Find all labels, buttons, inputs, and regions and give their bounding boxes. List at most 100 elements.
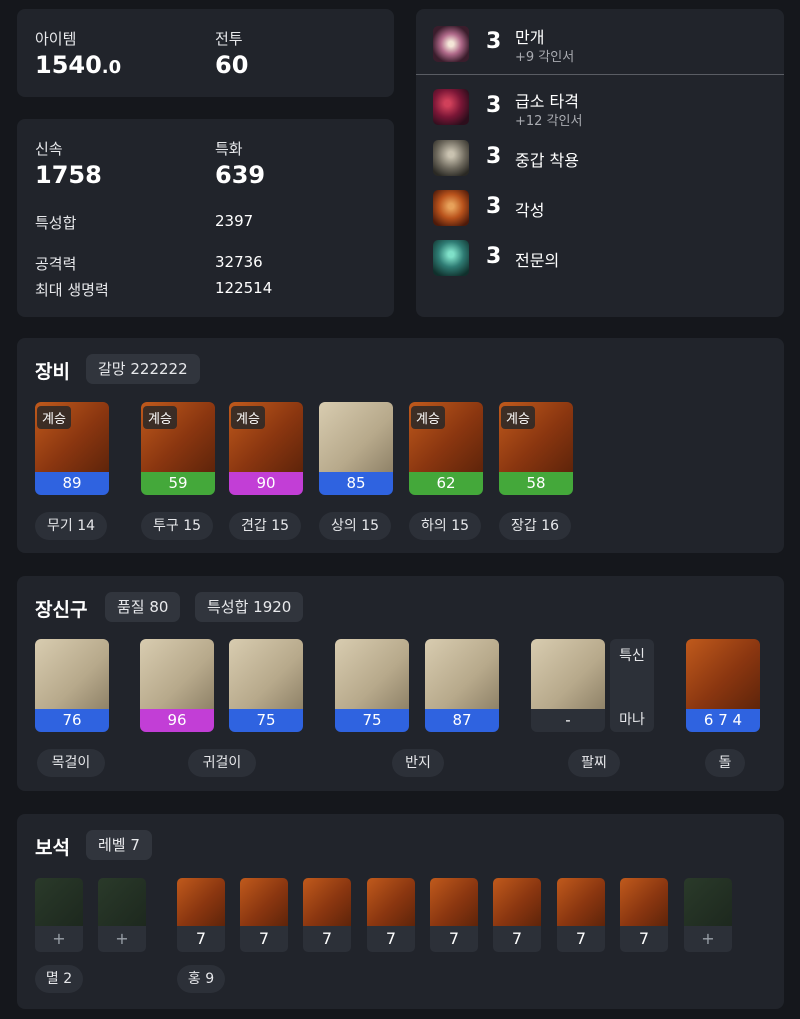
necklace-slot[interactable]: 76 xyxy=(35,639,109,732)
earring-icon xyxy=(140,639,214,709)
spec-label: 특화 xyxy=(215,140,243,158)
succession-tag: 계승 xyxy=(501,406,535,429)
combat-level-value: 60 xyxy=(215,51,249,79)
ring-icon xyxy=(335,639,409,709)
pants-slot[interactable]: 계승 62 xyxy=(409,402,483,495)
gem-level: 7 xyxy=(303,926,351,952)
quality-bar: 59 xyxy=(141,472,215,495)
chest-icon xyxy=(319,402,393,472)
ring-slot-1[interactable]: 75 xyxy=(335,639,409,732)
crimson-gem-icon xyxy=(177,878,225,926)
medic-icon xyxy=(433,240,469,276)
engraving-name: 만개 xyxy=(515,28,545,47)
pants-label: 하의 15 xyxy=(409,512,481,540)
crimson-gem-icon xyxy=(303,878,351,926)
annihilation-gem-icon xyxy=(35,878,83,926)
gems-panel: 보석 레벨 7 + + 7 7 7 7 7 7 7 7 + 멸 2 홍 9 xyxy=(17,814,784,1009)
ring-slot-2[interactable]: 87 xyxy=(425,639,499,732)
helmet-slot[interactable]: 계승 59 xyxy=(141,402,215,495)
quality-bar: 75 xyxy=(335,709,409,732)
chest-slot[interactable]: 85 xyxy=(319,402,393,495)
succession-tag: 계승 xyxy=(231,406,265,429)
engraving-book: +9 각인서 xyxy=(515,50,575,65)
engraving-level: 3 xyxy=(486,29,502,54)
bracelet-stats: 특신 마나 xyxy=(610,639,654,732)
crimson-gem-count: 홍 9 xyxy=(177,965,225,993)
equipment-set-badge: 갈망 222222 xyxy=(86,354,200,384)
shoulder-slot[interactable]: 계승 90 xyxy=(229,402,303,495)
accessories-title: 장신구 xyxy=(35,599,88,621)
engraving-level: 3 xyxy=(486,244,502,269)
earring-slot-1[interactable]: 96 xyxy=(140,639,214,732)
gem-slot[interactable]: + xyxy=(35,878,83,952)
engraving-level: 3 xyxy=(486,194,502,219)
engraving-name: 전문의 xyxy=(515,251,560,270)
accessory-quality-badge: 품질 80 xyxy=(105,592,181,622)
equipment-title: 장비 xyxy=(35,361,70,383)
swift-value: 1758 xyxy=(35,161,102,189)
ability-stone-slot[interactable]: 6 7 4 xyxy=(686,639,760,732)
engraving-level: 3 xyxy=(486,93,502,118)
bracelet-stat-1: 특신 xyxy=(619,648,645,664)
gem-slot[interactable]: 7 xyxy=(367,878,415,952)
annihilation-gem-icon xyxy=(684,878,732,926)
quality-bar: 96 xyxy=(140,709,214,732)
succession-tag: 계승 xyxy=(411,406,445,429)
gem-slot[interactable]: 7 xyxy=(177,878,225,952)
gloves-label: 장갑 16 xyxy=(499,512,571,540)
gem-level: 7 xyxy=(240,926,288,952)
quality-bar: 85 xyxy=(319,472,393,495)
gem-level: 7 xyxy=(493,926,541,952)
earring-slot-2[interactable]: 75 xyxy=(229,639,303,732)
crimson-gem-icon xyxy=(367,878,415,926)
gem-slot[interactable]: 7 xyxy=(493,878,541,952)
engraving-divider xyxy=(416,74,784,75)
gem-slot[interactable]: + xyxy=(684,878,732,952)
earring-label: 귀걸이 xyxy=(188,749,256,777)
quality-bar: 58 xyxy=(499,472,573,495)
earring-icon xyxy=(229,639,303,709)
bracelet-stat-2: 마나 xyxy=(619,712,645,728)
gem-level: 7 xyxy=(557,926,605,952)
gem-slot[interactable]: 7 xyxy=(620,878,668,952)
shoulder-label: 견갑 15 xyxy=(229,512,301,540)
crimson-gem-icon xyxy=(620,878,668,926)
crimson-gem-icon xyxy=(557,878,605,926)
weapon-slot[interactable]: 계승 89 xyxy=(35,402,109,495)
item-level-value: 1540.0 xyxy=(35,51,122,79)
crimson-gem-icon xyxy=(240,878,288,926)
gem-level: + xyxy=(684,926,732,952)
max-hp-label: 최대 생명력 xyxy=(35,281,109,299)
bracelet-slot[interactable]: - xyxy=(531,639,605,732)
gem-level: 7 xyxy=(430,926,478,952)
ability-stone-icon xyxy=(686,639,760,709)
quality-bar: 75 xyxy=(229,709,303,732)
spec-value: 639 xyxy=(215,161,266,189)
strike-icon xyxy=(433,89,469,125)
necklace-label: 목걸이 xyxy=(37,749,105,777)
attack-value: 32736 xyxy=(215,253,263,271)
gem-level: + xyxy=(98,926,146,952)
quality-bar: 62 xyxy=(409,472,483,495)
gem-level: + xyxy=(35,926,83,952)
gem-level: 7 xyxy=(177,926,225,952)
bracelet-label: 팔찌 xyxy=(568,749,620,777)
engravings-panel: 3 만개 +9 각인서 3 급소 타격 +12 각인서 3 중갑 착용 3 각성… xyxy=(416,9,784,317)
bracelet-quality: - xyxy=(531,709,605,732)
gem-slot[interactable]: + xyxy=(98,878,146,952)
succession-tag: 계승 xyxy=(143,406,177,429)
engraving-name: 중갑 착용 xyxy=(515,151,579,170)
gloves-slot[interactable]: 계승 58 xyxy=(499,402,573,495)
annihilation-gem-icon xyxy=(98,878,146,926)
gem-slot[interactable]: 7 xyxy=(557,878,605,952)
item-level-label: 아이템 xyxy=(35,30,77,48)
gem-slot[interactable]: 7 xyxy=(240,878,288,952)
quality-bar: 89 xyxy=(35,472,109,495)
stat-total-value: 2397 xyxy=(215,212,254,230)
bracelet-icon xyxy=(531,639,605,709)
gem-slot[interactable]: 7 xyxy=(430,878,478,952)
crimson-gem-icon xyxy=(493,878,541,926)
ability-stone-value: 6 7 4 xyxy=(686,709,760,732)
engraving-name: 각성 xyxy=(515,201,545,220)
gem-slot[interactable]: 7 xyxy=(303,878,351,952)
